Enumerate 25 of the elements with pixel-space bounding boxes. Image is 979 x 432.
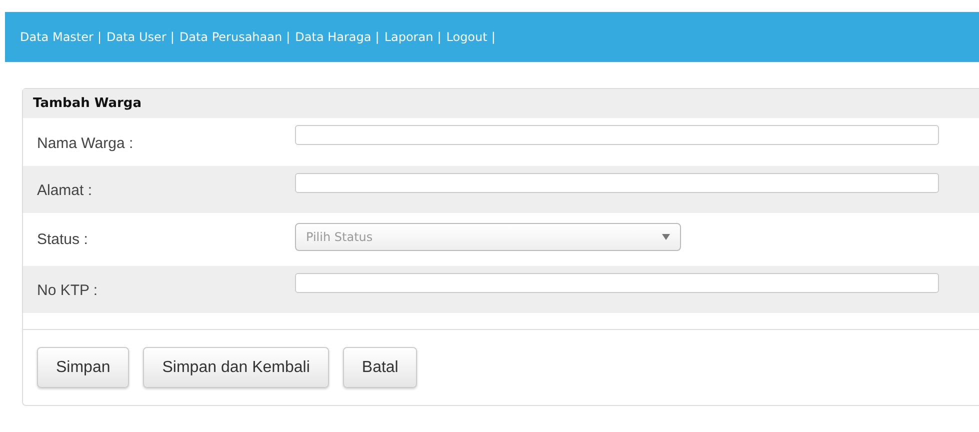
nav-link[interactable]: Logout xyxy=(446,30,488,44)
form-button[interactable]: Batal xyxy=(342,347,418,388)
nav-separator: | xyxy=(170,30,174,44)
nav-separator: | xyxy=(491,30,496,44)
field-label: Status : xyxy=(36,231,89,248)
nav-separator: | xyxy=(375,30,380,44)
nav-link[interactable]: Data Master xyxy=(20,30,94,44)
nav-link[interactable]: Data Perusahaan xyxy=(179,30,282,44)
nav-link[interactable]: Laporan xyxy=(384,30,434,44)
form-button[interactable]: Simpan dan Kembali xyxy=(143,347,329,388)
nav-separator: | xyxy=(286,30,290,44)
nav-separator: | xyxy=(437,30,442,44)
input-field[interactable] xyxy=(295,273,939,293)
field-label: No KTP : xyxy=(36,282,99,299)
nav-separator: | xyxy=(97,30,102,44)
status-select[interactable]: Pilih Status xyxy=(295,223,681,251)
nav-link[interactable]: Data Haraga xyxy=(295,30,372,44)
input-field[interactable] xyxy=(295,125,939,145)
form-button[interactable]: Simpan xyxy=(37,347,130,388)
input-field[interactable] xyxy=(295,173,939,193)
nav-link[interactable]: Data User xyxy=(106,30,166,44)
field-label: Alamat : xyxy=(36,182,94,199)
field-label: Nama Warga : xyxy=(36,134,134,152)
caret-icon xyxy=(662,234,670,240)
form-title: Tambah Warga xyxy=(23,89,979,118)
